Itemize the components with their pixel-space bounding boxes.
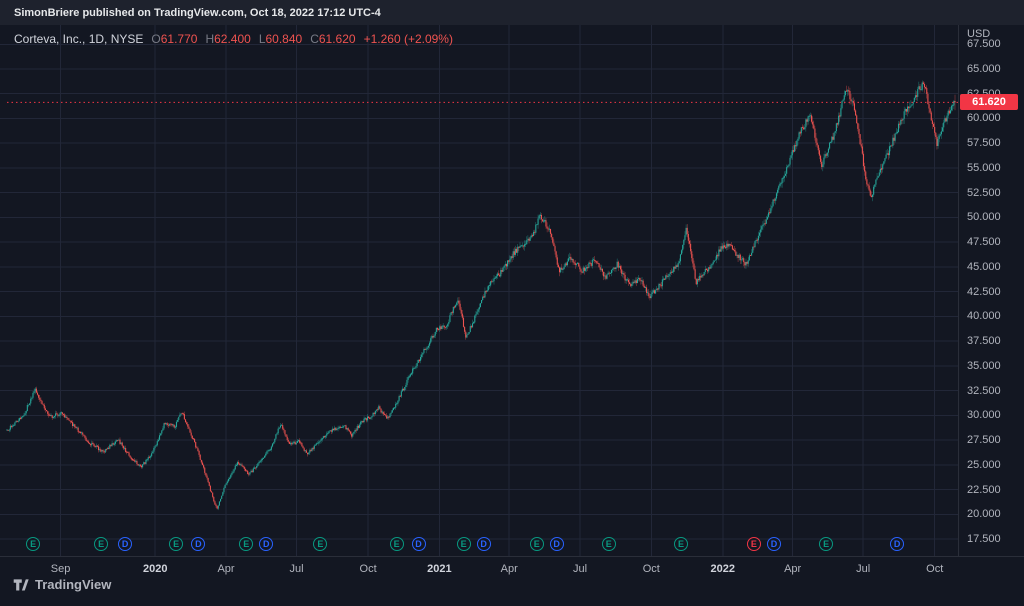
publish-banner: SimonBriere published on TradingView.com… <box>0 0 1024 25</box>
event-markers: EEDEDEDEEDEDEDEEEDED <box>0 25 958 581</box>
price-tick-label: 60.000 <box>967 112 1001 124</box>
price-tick-label: 20.000 <box>967 508 1001 520</box>
price-tick-label: 67.500 <box>967 38 1001 50</box>
earnings-icon[interactable]: E <box>390 537 404 551</box>
last-price-label: 61.620 <box>960 94 1018 110</box>
earnings-icon[interactable]: E <box>26 537 40 551</box>
price-tick-label: 42.500 <box>967 286 1001 298</box>
dividend-icon[interactable]: D <box>477 537 491 551</box>
price-tick-label: 50.000 <box>967 211 1001 223</box>
publish-text: SimonBriere published on TradingView.com… <box>14 7 381 19</box>
price-tick-label: 17.500 <box>967 533 1001 545</box>
earnings-icon[interactable]: E <box>530 537 544 551</box>
tradingview-logo-icon <box>12 576 29 593</box>
price-tick-label: 30.000 <box>967 409 1001 421</box>
earnings-icon[interactable]: E <box>457 537 471 551</box>
tradingview-attribution[interactable]: TradingView <box>12 576 111 593</box>
dividend-icon[interactable]: D <box>550 537 564 551</box>
price-tick-label: 52.500 <box>967 187 1001 199</box>
price-tick-label: 40.000 <box>967 310 1001 322</box>
tradingview-brand: TradingView <box>35 577 111 592</box>
price-tick-label: 22.500 <box>967 484 1001 496</box>
price-tick-label: 25.000 <box>967 459 1001 471</box>
dividend-icon[interactable]: D <box>118 537 132 551</box>
price-tick-label: 35.000 <box>967 360 1001 372</box>
earnings-icon[interactable]: E <box>747 537 761 551</box>
price-tick-label: 57.500 <box>967 137 1001 149</box>
price-tick-label: 32.500 <box>967 385 1001 397</box>
price-tick-label: 27.500 <box>967 434 1001 446</box>
dividend-icon[interactable]: D <box>412 537 426 551</box>
price-tick-label: 37.500 <box>967 335 1001 347</box>
dividend-icon[interactable]: D <box>191 537 205 551</box>
earnings-icon[interactable]: E <box>819 537 833 551</box>
chart-stage: Corteva, Inc., 1D, NYSE O61.770 H62.400 … <box>0 25 1024 606</box>
earnings-icon[interactable]: E <box>239 537 253 551</box>
price-tick-label: 65.000 <box>967 63 1001 75</box>
price-tick-label: 47.500 <box>967 236 1001 248</box>
dividend-icon[interactable]: D <box>767 537 781 551</box>
price-tick-label: 45.000 <box>967 261 1001 273</box>
price-tick-label: 55.000 <box>967 162 1001 174</box>
dividend-icon[interactable]: D <box>259 537 273 551</box>
earnings-icon[interactable]: E <box>602 537 616 551</box>
dividend-icon[interactable]: D <box>890 537 904 551</box>
earnings-icon[interactable]: E <box>674 537 688 551</box>
earnings-icon[interactable]: E <box>169 537 183 551</box>
earnings-icon[interactable]: E <box>313 537 327 551</box>
earnings-icon[interactable]: E <box>94 537 108 551</box>
